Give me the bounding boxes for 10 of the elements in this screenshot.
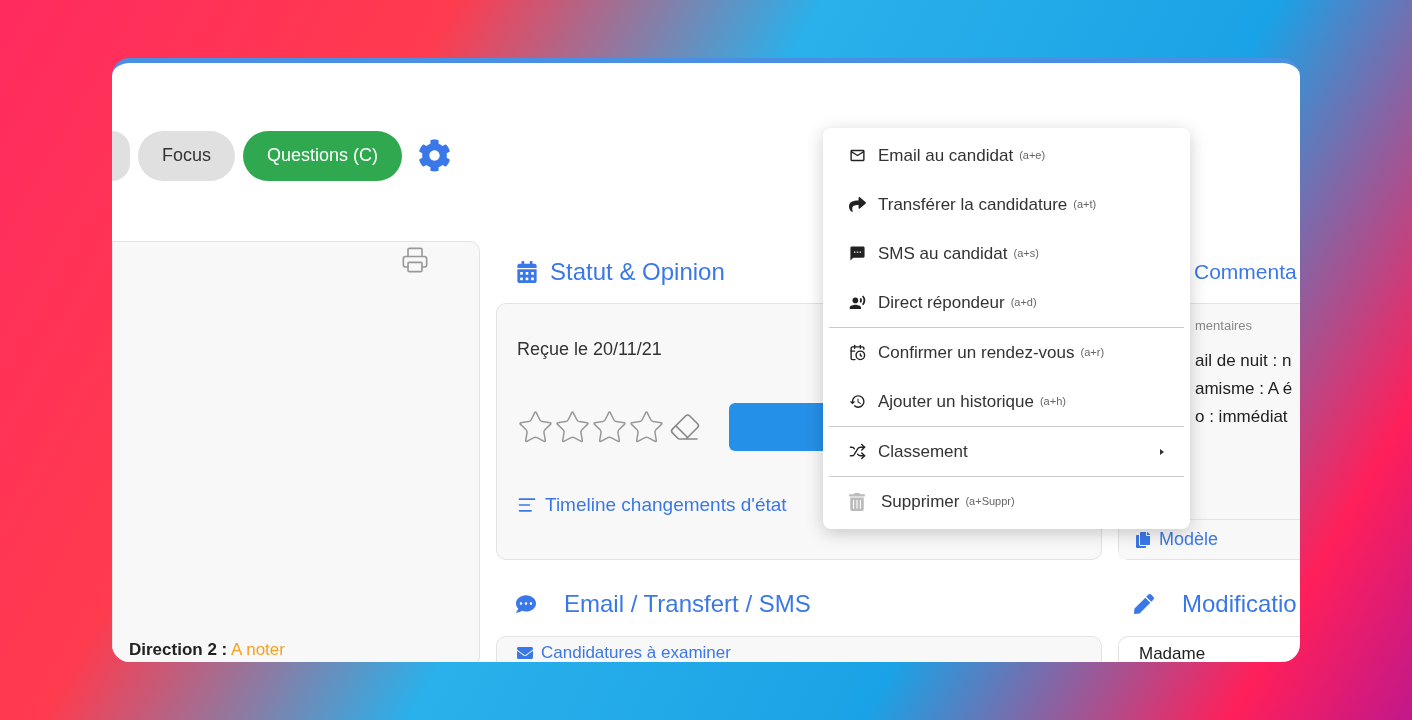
comment-line: ail de nuit : n	[1195, 349, 1292, 372]
section-title: Email / Transfert / SMS	[564, 589, 811, 619]
section-title: Commenta	[1194, 259, 1297, 286]
comment-line: o : immédiat	[1195, 405, 1288, 428]
section-title: Statut & Opinion	[550, 257, 725, 287]
received-date: Reçue le 20/11/21	[517, 338, 662, 361]
fieldset-legend: mentaires	[1195, 316, 1253, 336]
section-title: Modificatio	[1182, 589, 1297, 619]
direction-note: Direction 2 : A noter	[128, 638, 286, 661]
comment-line: amisme : A é	[1195, 377, 1293, 400]
